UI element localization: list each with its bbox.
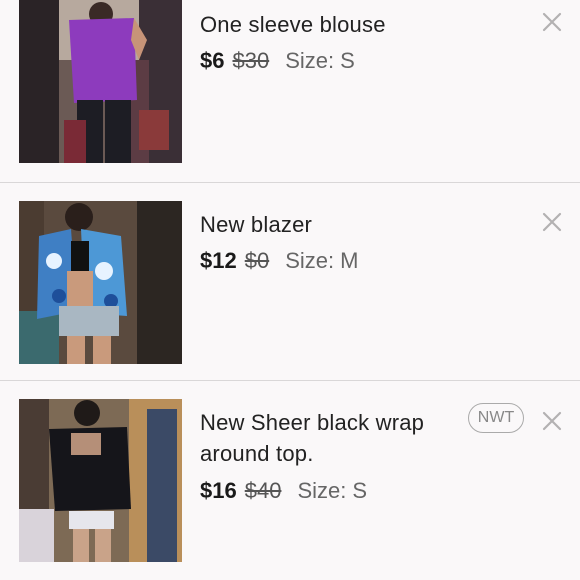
list-item[interactable]: New blazer $12 $0 Size: M <box>0 183 580 381</box>
listing-list: One sleeve blouse $6 $30 Size: S New bla… <box>0 0 580 580</box>
list-item[interactable]: One sleeve blouse $6 $30 Size: S <box>0 0 580 183</box>
size-label: Size: <box>297 478 347 503</box>
nwt-badge: NWT <box>468 403 524 433</box>
close-icon[interactable] <box>542 212 562 232</box>
listing-thumbnail[interactable] <box>19 399 182 562</box>
listing-title[interactable]: New blazer <box>200 209 312 240</box>
price-row: $6 $30 Size: S <box>200 48 355 74</box>
listing-thumbnail[interactable] <box>19 0 182 163</box>
purple-top-photo <box>19 0 182 163</box>
price-row: $16 $40 Size: S <box>200 478 367 504</box>
list-item[interactable]: New Sheer black wrap around top. $16 $40 S… <box>0 381 580 580</box>
size-label: Size: <box>285 248 335 273</box>
listing-price: $6 <box>200 48 225 73</box>
listing-thumbnail[interactable] <box>19 201 182 364</box>
listing-title[interactable]: One sleeve blouse <box>200 9 386 40</box>
black-wrap-top-photo <box>19 399 182 562</box>
listing-price: $12 <box>200 248 237 273</box>
original-price: $0 <box>244 248 270 273</box>
size-value: S <box>352 478 368 503</box>
listing-price: $16 <box>200 478 237 503</box>
price-row: $12 $0 Size: M <box>200 248 358 274</box>
size-value: S <box>340 48 355 73</box>
listing-title[interactable]: New Sheer black wrap around top. <box>200 407 440 469</box>
original-price: $30 <box>232 48 270 73</box>
size-label: Size: <box>285 48 335 73</box>
size-value: M <box>340 248 359 273</box>
printed-blazer-photo <box>19 201 182 364</box>
original-price: $40 <box>244 478 282 503</box>
close-icon[interactable] <box>542 411 562 431</box>
close-icon[interactable] <box>542 12 562 32</box>
